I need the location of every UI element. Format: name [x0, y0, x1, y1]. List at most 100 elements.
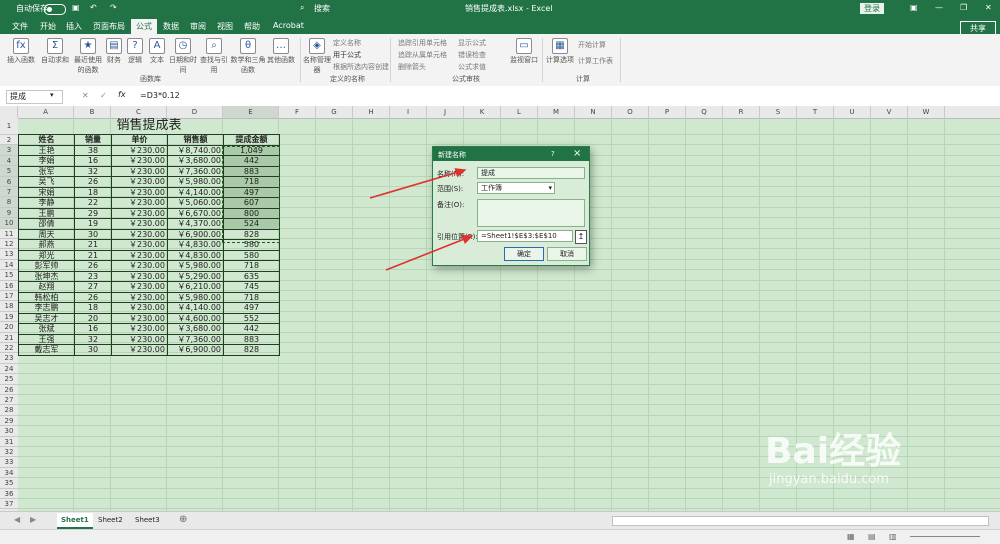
table-row[interactable]: 郝燕 21 ￥230.00 ￥4,830.00 580 — [18, 239, 280, 251]
error-checking-button[interactable]: 错误检查 — [458, 50, 486, 60]
tab-data[interactable]: 数据 — [163, 21, 179, 32]
cell-name[interactable]: 邵倩 — [18, 218, 75, 230]
cell-quantity[interactable]: 32 — [74, 165, 112, 177]
tab-acrobat[interactable]: Acrobat — [273, 21, 304, 30]
cell-quantity[interactable]: 38 — [74, 144, 112, 156]
column-header-u[interactable]: U — [834, 106, 871, 118]
function-icon[interactable]: fx — [118, 90, 126, 99]
column-header-c[interactable]: C — [111, 106, 167, 118]
page-break-icon[interactable]: ▥ — [889, 532, 897, 541]
cell-commission[interactable]: 718 — [223, 291, 280, 303]
cell-sales[interactable]: ￥4,140.00 — [167, 302, 224, 314]
table-row[interactable]: 宋娟 18 ￥230.00 ￥4,140.00 497 — [18, 186, 280, 198]
calc-options-button[interactable]: ▦ 计算选项 — [545, 36, 575, 65]
cell-quantity[interactable]: 27 — [74, 281, 112, 293]
table-row[interactable]: 王艳 38 ￥230.00 ￥8,740.00 1,049 — [18, 144, 280, 156]
cell-quantity[interactable]: 20 — [74, 312, 112, 324]
cell-price[interactable]: ￥230.00 — [111, 344, 168, 356]
header-quantity[interactable]: 销量 — [74, 134, 112, 146]
cell-name[interactable]: 周天 — [18, 228, 75, 240]
table-row[interactable]: 王鹏 29 ￥230.00 ￥6,670.00 800 — [18, 207, 280, 219]
cell-name[interactable]: 赵翔 — [18, 281, 75, 293]
cell-sales[interactable]: ￥6,900.00 — [167, 344, 224, 356]
row-header-9[interactable]: 9 — [0, 207, 18, 219]
table-row[interactable]: 吴志才 20 ￥230.00 ￥4,600.00 552 — [18, 312, 280, 324]
normal-view-icon[interactable]: ▦ — [847, 532, 855, 541]
cell-quantity[interactable]: 21 — [74, 249, 112, 261]
tab-home[interactable]: 开始 — [40, 21, 56, 32]
cell-sales[interactable]: ￥5,060.00 — [167, 197, 224, 209]
datetime-button[interactable]: ◷ 日期和时间 — [168, 36, 198, 75]
calc-sheet-button[interactable]: 计算工作表 — [578, 56, 613, 66]
row-header-4[interactable]: 4 — [0, 155, 18, 167]
table-row[interactable]: 吴飞 26 ￥230.00 ￥5,980.00 718 — [18, 176, 280, 188]
row-header-2[interactable]: 2 — [0, 135, 18, 146]
insert-function-button[interactable]: fx 插入函数 — [4, 36, 38, 65]
cell-price[interactable]: ￥230.00 — [111, 239, 168, 251]
chevron-down-icon[interactable]: ▾ — [50, 91, 54, 99]
search-box[interactable]: 搜索 — [314, 3, 330, 14]
name-manager-button[interactable]: ◈ 名称管理器 — [303, 36, 331, 75]
cell-price[interactable]: ￥230.00 — [111, 302, 168, 314]
cancel-button[interactable]: 取消 — [547, 247, 587, 261]
financial-button[interactable]: ▤ 财务 — [104, 36, 124, 65]
name-field[interactable]: 提成 — [477, 167, 585, 179]
cell-price[interactable]: ￥230.00 — [111, 155, 168, 167]
cell-commission[interactable]: 442 — [223, 323, 280, 335]
table-row[interactable]: 韩松柏 26 ￥230.00 ￥5,980.00 718 — [18, 291, 280, 303]
sheet-tab-sheet3[interactable]: Sheet3 — [131, 513, 164, 527]
cell-commission[interactable]: 580 — [223, 249, 280, 261]
search-icon[interactable]: ⌕ — [300, 3, 304, 13]
login-button[interactable]: 登录 — [860, 3, 884, 14]
column-header-h[interactable]: H — [353, 106, 390, 118]
name-box[interactable]: 提成 — [6, 90, 63, 104]
table-row[interactable]: 戴志军 30 ￥230.00 ￥6,900.00 828 — [18, 344, 280, 356]
ribbon-display-icon[interactable]: ▣ — [910, 3, 918, 12]
cell-sales[interactable]: ￥7,360.00 — [167, 333, 224, 345]
cancel-icon[interactable]: ✕ — [82, 91, 89, 100]
trace-precedents-button[interactable]: 追踪引用单元格 — [398, 38, 447, 48]
horizontal-scrollbar[interactable] — [612, 516, 989, 526]
cell-price[interactable]: ￥230.00 — [111, 249, 168, 261]
row-header-23[interactable]: 23 — [0, 353, 18, 364]
cell-quantity[interactable]: 19 — [74, 218, 112, 230]
column-header-j[interactable]: J — [427, 106, 464, 118]
column-header-q[interactable]: Q — [686, 106, 723, 118]
column-header-d[interactable]: D — [167, 106, 223, 118]
cell-quantity[interactable]: 16 — [74, 323, 112, 335]
cell-quantity[interactable]: 32 — [74, 333, 112, 345]
prev-sheet-icon[interactable]: ◀ — [14, 515, 20, 524]
row-header-30[interactable]: 30 — [0, 426, 18, 437]
row-header-22[interactable]: 22 — [0, 343, 18, 354]
header-sales[interactable]: 销售额 — [167, 134, 224, 146]
cell-sales[interactable]: ￥4,830.00 — [167, 249, 224, 261]
table-row[interactable]: 李静 22 ￥230.00 ￥5,060.00 607 — [18, 197, 280, 209]
tab-review[interactable]: 审阅 — [190, 21, 206, 32]
cell-name[interactable]: 吴志才 — [18, 312, 75, 324]
calc-now-button[interactable]: 开始计算 — [578, 40, 606, 50]
cell-name[interactable]: 李娟 — [18, 155, 75, 167]
cell-commission[interactable]: 635 — [223, 270, 280, 282]
collapse-dialog-icon[interactable]: ↥ — [575, 230, 587, 244]
row-header-32[interactable]: 32 — [0, 447, 18, 458]
cell-name[interactable]: 李静 — [18, 197, 75, 209]
row-header-12[interactable]: 12 — [0, 239, 18, 250]
cell-sales[interactable]: ￥4,830.00 — [167, 239, 224, 251]
cell-sales[interactable]: ￥7,360.00 — [167, 165, 224, 177]
cell-commission[interactable]: 497 — [223, 302, 280, 314]
row-header-31[interactable]: 31 — [0, 436, 18, 447]
column-header-n[interactable]: N — [575, 106, 612, 118]
cell-quantity[interactable]: 26 — [74, 291, 112, 303]
column-header-e[interactable]: E — [223, 106, 279, 118]
cell-sales[interactable]: ￥3,680.00 — [167, 323, 224, 335]
cell-sales[interactable]: ￥3,680.00 — [167, 155, 224, 167]
text-button[interactable]: A 文本 — [146, 36, 168, 65]
cell-commission[interactable]: 800 — [223, 207, 280, 219]
sheet-tab-sheet2[interactable]: Sheet2 — [94, 513, 127, 527]
undo-icon[interactable]: ↶ — [90, 3, 97, 12]
refers-to-field[interactable]: =Sheet1!$E$3:$E$10 — [477, 230, 573, 242]
cell-sales[interactable]: ￥5,290.00 — [167, 270, 224, 282]
cell-name[interactable]: 郝燕 — [18, 239, 75, 251]
cell-commission[interactable]: 497 — [223, 186, 280, 198]
cell-commission[interactable]: 718 — [223, 260, 280, 272]
